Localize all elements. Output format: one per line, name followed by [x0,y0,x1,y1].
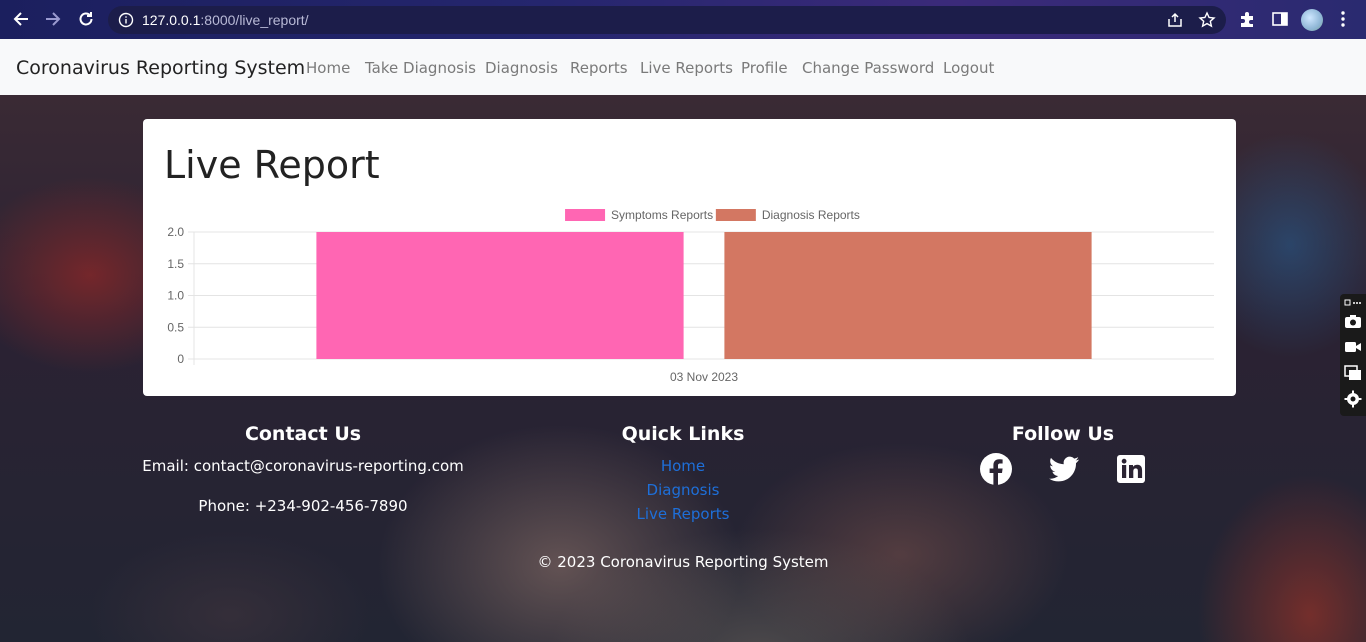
y-tick-label: 0.5 [167,320,184,334]
site-navbar: Coronavirus Reporting System Home Take D… [0,39,1366,95]
y-tick-label: 2.0 [167,225,184,239]
reload-icon[interactable] [75,8,97,30]
contact-phone: Phone: +234-902-456-7890 [198,497,408,515]
address-bar[interactable]: 127.0.0.1:8000/live_report/ [108,6,1226,34]
url-host: 127.0.0.1 [142,12,201,28]
footer-link-diagnosis[interactable]: Diagnosis [583,481,783,499]
nav-home[interactable]: Home [306,59,350,77]
info-icon[interactable] [118,12,134,33]
quick-links-heading: Quick Links [621,423,745,445]
twitter-icon[interactable] [1047,452,1081,486]
footer-link-live-reports[interactable]: Live Reports [583,505,783,523]
nav-reports[interactable]: Reports [570,59,628,77]
contact-email: Email: contact@coronavirus-reporting.com [142,457,464,475]
y-tick-label: 0 [177,352,184,366]
side-panel-icon[interactable] [1271,10,1289,33]
copyright-text: © 2023 Coronavirus Reporting System [537,553,829,571]
extensions-puzzle-icon[interactable] [1238,10,1256,33]
nav-live-reports[interactable]: Live Reports [640,59,733,77]
facebook-icon[interactable] [979,452,1013,486]
live-report-card: Live Report 0 0.5 1.0 1.5 2.0 03 Nov 2023 Symp… [143,119,1236,396]
bookmark-star-icon[interactable] [1198,11,1216,34]
share-icon[interactable] [1166,11,1184,34]
legend-label: Diagnosis Reports [762,208,860,222]
more-menu-icon[interactable] [1338,10,1348,33]
live-report-chart: 0 0.5 1.0 1.5 2.0 03 Nov 2023 Symptoms Reports… [167,208,1214,384]
legend-label: Symptoms Reports [611,208,713,222]
url-path: :8000/live_report/ [200,12,309,28]
contact-heading: Contact Us [244,423,362,445]
url-text[interactable]: 127.0.0.1:8000/live_report/ [142,12,309,28]
forward-arrow-icon[interactable] [42,8,64,30]
back-arrow-icon[interactable] [10,8,32,30]
linkedin-icon[interactable] [1114,452,1148,486]
windows-icon[interactable] [1344,364,1362,382]
follow-heading: Follow Us [1011,423,1115,445]
legend-swatch [715,209,756,221]
video-camera-icon[interactable] [1344,338,1362,356]
nav-change-password[interactable]: Change Password [802,59,934,77]
browser-toolbar: 127.0.0.1:8000/live_report/ [0,0,1366,39]
nav-logout[interactable]: Logout [943,59,994,77]
nav-diagnosis[interactable]: Diagnosis [485,59,558,77]
profile-avatar[interactable] [1301,9,1323,31]
extension-side-toolbar [1340,294,1366,416]
x-tick-label: 03 Nov 2023 [670,370,738,384]
chart-bar-symptoms [316,232,684,359]
nav-profile[interactable]: Profile [741,59,788,77]
chart-bar-diagnosis [724,232,1092,359]
brand-link[interactable]: Coronavirus Reporting System [16,57,305,79]
settings-gear-icon[interactable] [1344,390,1362,408]
y-tick-label: 1.0 [167,289,184,303]
y-tick-label: 1.5 [167,257,184,271]
nav-take-diagnosis[interactable]: Take Diagnosis [365,59,476,77]
footer-link-home[interactable]: Home [583,457,783,475]
camera-icon[interactable] [1344,312,1362,330]
legend-swatch [565,209,606,221]
